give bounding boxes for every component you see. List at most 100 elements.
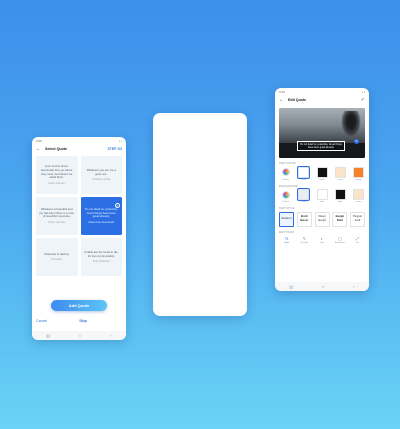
quote-preview-image: Do not dwell on yesterday. Great things … [279, 108, 365, 158]
swatch-label: cream [337, 178, 344, 181]
quote-text: Character is destiny. [44, 251, 70, 256]
tree-silhouette [341, 111, 361, 137]
cancel-button[interactable]: Cancel [36, 319, 47, 323]
swatch-label: None [301, 201, 307, 203]
text-style-option[interactable]: Modern [279, 211, 294, 227]
arrow-left-icon[interactable]: ← [279, 97, 284, 103]
skip-button[interactable]: Skip [79, 319, 87, 323]
blank-screen [153, 113, 247, 316]
page-title: Select Quote [45, 146, 67, 151]
home-button[interactable]: ○ [79, 333, 81, 338]
quote-author: Karen Anne Greenwood [88, 220, 115, 224]
tool-icon: ▢ [337, 235, 342, 241]
swatch-color [297, 188, 311, 201]
status-icons: ▪ ▪ [119, 139, 122, 143]
pencil-icon[interactable]: ✎ [354, 139, 359, 144]
add-quote-button[interactable]: Add Quote [51, 300, 107, 311]
quote-grid: Love not the times. Eventually they go w… [32, 153, 126, 279]
color-swatch[interactable]: cream [334, 166, 347, 181]
status-time: 3:40 [36, 139, 42, 143]
swatch-color [316, 166, 328, 178]
tool-item[interactable]: ✎ Text Style [297, 236, 312, 244]
quote-card[interactable]: Do not dwell on yesterday. Great things … [80, 197, 122, 235]
section-label: TEXT STYLE [279, 207, 295, 210]
text-style-section: TEXT STYLE Modern Bold Basic Wavy Script Ro… [275, 207, 369, 227]
color-swatch[interactable]: Custom [279, 167, 292, 181]
text-style-label: Wavy Script [318, 214, 326, 222]
swatch-color [334, 189, 346, 200]
text-style-option[interactable]: Bold Basic [296, 211, 312, 227]
swatch-label: black [319, 178, 325, 181]
check-icon[interactable]: ✓ [361, 97, 365, 103]
back-button[interactable]: ‹ [353, 284, 354, 289]
text-style-label: Elegant Serif [352, 214, 363, 222]
swatch-color [316, 189, 328, 200]
quote-text: Do not dwell on yesterday. Great things … [84, 207, 118, 219]
quote-text: Whatever is beautiful and joy has been t… [39, 207, 74, 219]
tool-item[interactable]: ⤢ Size [350, 236, 365, 244]
text-style-option[interactable]: Rough Bold [332, 211, 348, 227]
tool-label: Color [319, 241, 325, 244]
tool-label: Text Style [300, 241, 309, 244]
quote-card[interactable]: Love not the times. Eventually they go w… [36, 156, 78, 194]
tools-section: EDIT TOOLS Tt Quote ✎ Text Style ◐ Color ▢ Back… [275, 231, 369, 244]
color-swatch[interactable]: orange [352, 166, 365, 181]
text-style-label: Rough Bold [335, 214, 344, 222]
quote-author: Abraham Lincoln [92, 178, 111, 182]
system-nav-bar: ||| ○ ‹ [32, 331, 126, 340]
quote-card[interactable]: Whatever you are, be a good one. Abraham … [80, 156, 122, 194]
check-circle-icon: ✓ [115, 203, 120, 208]
arrow-left-icon[interactable]: ← [36, 146, 41, 152]
recents-button[interactable]: ||| [290, 284, 293, 289]
text-style-label: Modern [281, 216, 292, 221]
color-swatch[interactable]: black [334, 189, 347, 203]
recents-button[interactable]: ||| [47, 333, 50, 338]
tool-item[interactable]: Tt Quote [279, 236, 294, 244]
section-label: TEXT COLOR [279, 162, 296, 165]
quote-card[interactable]: Whatever is beautiful and joy has been t… [36, 197, 78, 235]
color-swatch[interactable]: None [297, 188, 311, 203]
swatch-label: orange [355, 178, 362, 181]
quote-text: Whatever you are, be a good one. [86, 167, 116, 176]
status-time: 3:40 [279, 90, 285, 94]
page-title: Edit Quote [288, 97, 307, 102]
home-button[interactable]: ○ [322, 284, 324, 289]
edit-quote-screen: 3:40 ▪ ▪ ← Edit Quote ✓ Do not dwell on … [275, 88, 369, 291]
color-swatch[interactable]: white [316, 189, 329, 203]
preview-caption[interactable]: Do not dwell on yesterday. Great things … [297, 141, 345, 152]
text-color-section: TEXT COLOR Custom white black cream orange [275, 162, 369, 181]
footer-actions: Cancel Skip [32, 319, 126, 323]
quote-card[interactable]: Unable are the loved to die, for love is… [80, 238, 122, 276]
tool-icon: ⤢ [355, 235, 360, 241]
section-label: BACKGROUND [279, 184, 298, 188]
tool-label: Background [334, 241, 345, 244]
color-swatch[interactable]: white [297, 165, 311, 181]
section-label: EDIT TOOLS [279, 230, 295, 234]
quote-card[interactable]: Character is destiny. Heraclitus [36, 238, 78, 276]
color-swatch[interactable]: black [316, 166, 329, 181]
tool-item[interactable]: ▢ Background [332, 236, 347, 244]
palette-icon [281, 168, 290, 176]
quote-author: Author unknown [48, 220, 66, 224]
quote-text: Love not the times. Eventually they go w… [41, 164, 73, 180]
swatch-label: Custom [282, 178, 289, 181]
tool-icon: Tt [284, 235, 289, 241]
text-style-label: Bold Basic [300, 214, 309, 222]
text-style-option[interactable]: Elegant Serif [350, 211, 365, 227]
swatch-label: Custom [282, 201, 289, 203]
swatch-color [353, 189, 364, 200]
text-style-option[interactable]: Wavy Script [314, 211, 330, 227]
status-bar: 3:40 ▪ ▪ [32, 137, 126, 144]
back-button[interactable]: ‹ [110, 333, 111, 338]
select-quote-screen: 3:40 ▪ ▪ ← Select Quote STEP 1/3 Love no… [32, 137, 126, 340]
header: ← Select Quote STEP 1/3 [32, 144, 126, 153]
tool-label: Size [355, 241, 360, 244]
color-swatch[interactable]: Custom [279, 189, 292, 203]
quote-text: Unable are the loved to die, for love is… [84, 249, 119, 258]
swatch-label: white [301, 178, 307, 181]
edit-toolbar: Tt Quote ✎ Text Style ◐ Color ▢ Background ⤢ Size [279, 236, 365, 244]
tool-item[interactable]: ◐ Color [315, 236, 330, 244]
header: ← Edit Quote ✓ [275, 95, 369, 104]
color-swatch[interactable]: cream [352, 189, 365, 203]
text-color-swatches: Custom white black cream orange [279, 165, 365, 181]
